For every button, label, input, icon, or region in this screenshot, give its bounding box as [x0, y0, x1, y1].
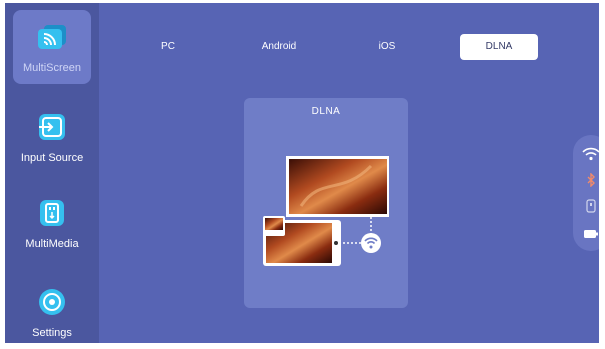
tab-bar: PC Android iOS DLNA: [99, 3, 599, 83]
battery-icon: [584, 230, 598, 238]
sidebar-item-settings[interactable]: Settings: [13, 275, 91, 343]
input-source-icon: [39, 114, 65, 140]
sidebar-item-label: Settings: [32, 327, 72, 339]
tab-dlna[interactable]: DLNA: [460, 34, 538, 60]
sidebar-item-multiscreen[interactable]: MultiScreen: [13, 10, 91, 84]
sidebar: MultiScreen Input Source MultiMedia Sett…: [5, 3, 99, 343]
sidebar-item-label: MultiMedia: [25, 238, 79, 250]
sidebar-item-multimedia[interactable]: MultiMedia: [13, 186, 91, 260]
bluetooth-icon: [587, 173, 595, 187]
tab-ios[interactable]: iOS: [362, 34, 412, 60]
usb-icon: [40, 200, 64, 226]
sidebar-item-input-source[interactable]: Input Source: [13, 100, 91, 174]
card-title: DLNA: [311, 106, 341, 117]
tab-android[interactable]: Android: [249, 34, 309, 60]
settings-icon: [39, 289, 65, 315]
tab-pc[interactable]: PC: [143, 34, 193, 60]
wifi-icon: [582, 147, 599, 161]
dlna-card: DLNA: [244, 98, 408, 308]
usb-status-icon: [586, 199, 596, 213]
status-panel: [573, 135, 599, 251]
dlna-casting-illustration: [263, 156, 389, 266]
screen: MultiScreen Input Source MultiMedia Sett…: [5, 3, 599, 343]
sidebar-item-label: Input Source: [20, 152, 84, 164]
multiscreen-icon: [38, 25, 66, 49]
sidebar-item-label: MultiScreen: [22, 62, 82, 74]
